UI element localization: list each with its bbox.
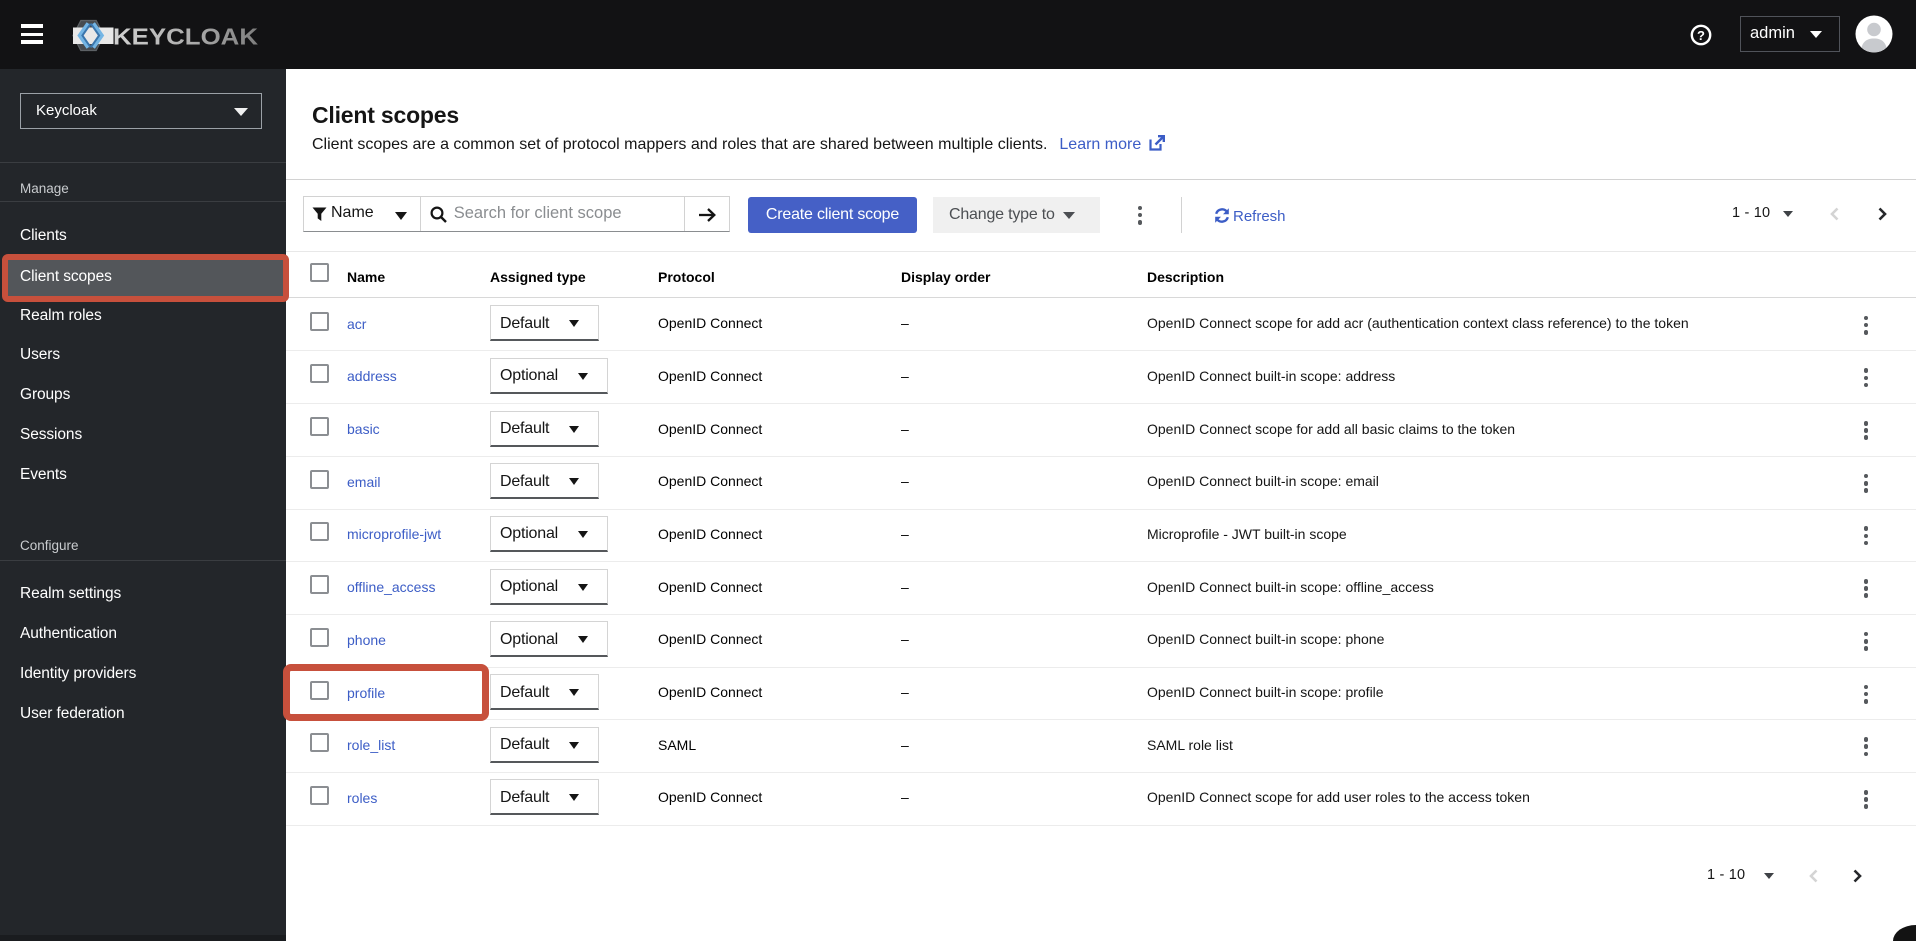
svg-text:KEYCLOAK: KEYCLOAK	[113, 24, 258, 50]
svg-text:?: ?	[1697, 28, 1705, 43]
